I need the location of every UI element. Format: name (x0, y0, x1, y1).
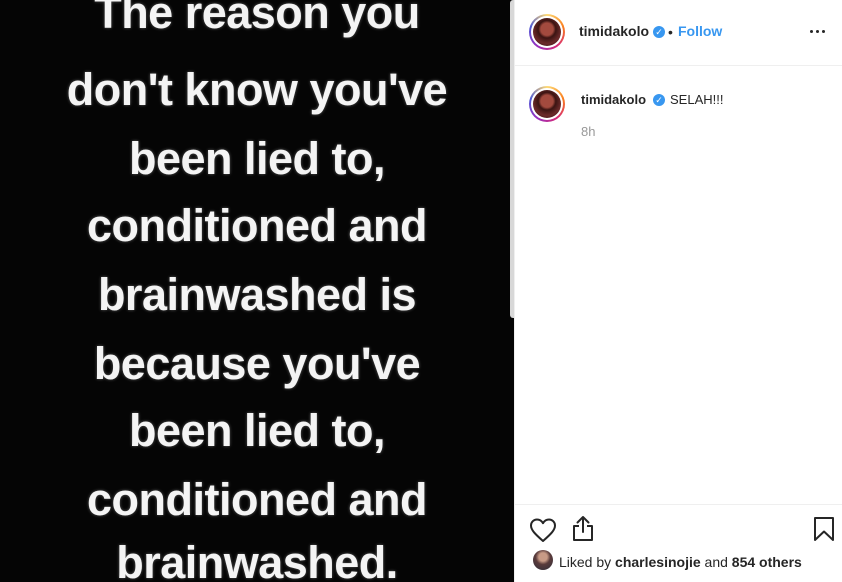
quote-line: The reason you (94, 0, 420, 38)
quote-line: conditioned and (87, 474, 427, 525)
liked-by-prefix: Liked by (559, 554, 612, 570)
quote-line: because you've (93, 338, 421, 389)
caption-username[interactable]: timidakolo (581, 92, 646, 107)
caption-avatar-photo (533, 90, 561, 118)
liked-by-and: and (704, 554, 728, 570)
post-footer: Liked by charlesinojie and 854 others (515, 504, 842, 582)
verified-badge-icon: ✓ (653, 94, 665, 106)
quote-line: brainwashed is (97, 269, 417, 320)
author-username[interactable]: timidakolo (579, 23, 649, 39)
quote-line: conditioned and (87, 200, 427, 251)
quote-line: don't know you've (66, 64, 448, 115)
liker-avatar[interactable] (533, 550, 553, 570)
author-avatar[interactable] (529, 14, 565, 50)
liked-by-count[interactable]: 854 others (732, 554, 802, 570)
verified-badge-icon: ✓ (653, 26, 665, 38)
follow-button[interactable]: Follow (678, 23, 722, 39)
post-header: timidakolo ✓ • Follow (515, 0, 842, 66)
bookmark-icon[interactable] (813, 516, 835, 542)
post-timestamp[interactable]: 8h (581, 124, 595, 139)
post-side-panel: timidakolo ✓ • Follow timidakolo ✓ SELAH… (514, 0, 842, 582)
author-avatar-photo (533, 18, 561, 46)
quote-line: been lied to, (128, 133, 386, 184)
quote-line: brainwashed. (116, 537, 398, 582)
caption-text: SELAH!!! (670, 92, 724, 107)
heart-icon[interactable] (529, 517, 557, 543)
caption-avatar[interactable] (529, 86, 565, 122)
quote-line: been lied to, (128, 405, 386, 456)
liked-by-text: Liked by charlesinojie and 854 others (559, 554, 802, 570)
post-image[interactable]: The reason you don't know you've been li… (0, 0, 514, 582)
more-horizontal-icon[interactable] (805, 19, 829, 43)
share-icon[interactable] (570, 515, 596, 543)
liked-by-user[interactable]: charlesinojie (615, 554, 701, 570)
separator-dot: • (668, 24, 673, 40)
